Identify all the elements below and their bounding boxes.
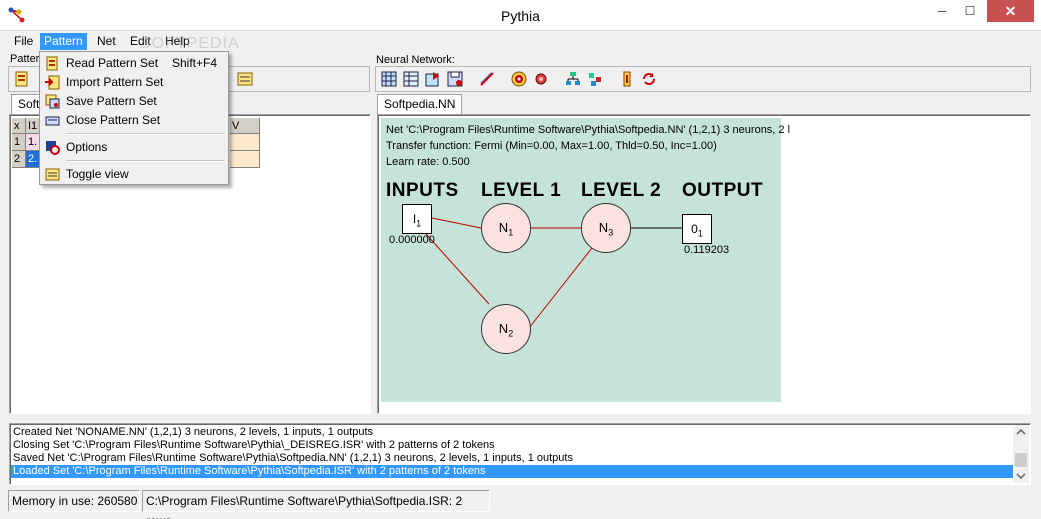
maximize-button[interactable]: ☐ xyxy=(956,0,984,22)
neuron-n1[interactable]: N1 xyxy=(481,203,531,253)
target-icon[interactable] xyxy=(511,71,527,87)
tab-softpedia-nn[interactable]: Softpedia.NN xyxy=(377,94,463,114)
pattern-menu-dropdown: Read Pattern Set Shift+F4 Import Pattern… xyxy=(39,51,229,185)
stop-icon[interactable] xyxy=(533,71,549,87)
close-button[interactable]: ✕ xyxy=(987,0,1034,22)
log-line[interactable]: Created Net 'NONAME.NN' (1,2,1) 3 neuron… xyxy=(13,426,1013,439)
neuron-n2[interactable]: N2 xyxy=(481,304,531,354)
network-icon[interactable] xyxy=(565,71,581,87)
grid-row-number[interactable]: 1 xyxy=(12,134,26,151)
nn-diagram: Net 'C:\Program Files\Runtime Software\P… xyxy=(381,118,790,402)
menu-options[interactable]: Options xyxy=(42,138,226,157)
log-line[interactable]: Saved Net 'C:\Program Files\Runtime Soft… xyxy=(13,452,1013,465)
menu-file[interactable]: File xyxy=(10,33,37,50)
grid-cell[interactable] xyxy=(230,151,260,168)
log-scrollbar[interactable] xyxy=(1013,425,1029,483)
input-node-value: 0.000000 xyxy=(389,234,435,246)
log-line-selected[interactable]: Loaded Set 'C:\Program Files\Runtime Sof… xyxy=(11,465,1014,478)
menu-read-pattern-set[interactable]: Read Pattern Set Shift+F4 xyxy=(42,54,226,73)
neuron-n3[interactable]: N3 xyxy=(581,203,631,253)
output-node-o1[interactable]: 01 xyxy=(682,214,712,244)
options-icon xyxy=(46,141,60,155)
menu-separator xyxy=(66,160,224,162)
layers-icon[interactable] xyxy=(587,71,603,87)
input-node-i1[interactable]: I1 xyxy=(402,204,432,234)
read-pattern-icon xyxy=(46,56,58,71)
read-pattern-icon[interactable] xyxy=(14,71,30,87)
menu-separator xyxy=(66,133,224,135)
save-pattern-icon xyxy=(45,94,60,109)
output-node-value: 0.119203 xyxy=(684,244,730,256)
minimize-button[interactable]: ─ xyxy=(928,0,956,22)
nn-panel-label: Neural Network: xyxy=(376,54,455,66)
grid-view-icon[interactable] xyxy=(381,71,397,87)
nn-toolbar xyxy=(375,66,1031,92)
save-net-icon[interactable] xyxy=(447,71,463,87)
table-view-icon[interactable] xyxy=(403,71,419,87)
menu-save-pattern-set[interactable]: Save Pattern Set xyxy=(42,92,226,111)
pattern-panel-label: Patter xyxy=(10,53,40,65)
grid-row-number[interactable]: 2 xyxy=(12,151,26,168)
toggle-view-icon xyxy=(45,168,60,181)
log-line[interactable]: Closing Set 'C:\Program Files\Runtime So… xyxy=(13,439,1013,452)
status-file: C:\Program Files\Runtime Software\Pythia… xyxy=(142,490,490,519)
log-list[interactable]: Created Net 'NONAME.NN' (1,2,1) 3 neuron… xyxy=(9,423,1031,485)
connect-icon[interactable] xyxy=(479,71,495,87)
status-memory: Memory in use: 260580 xyxy=(8,490,140,512)
info-icon[interactable] xyxy=(619,71,635,87)
import-pattern-icon xyxy=(45,75,60,90)
toggle-view-icon[interactable] xyxy=(237,71,253,87)
menu-import-pattern-set[interactable]: Import Pattern Set xyxy=(42,73,226,92)
close-pattern-icon xyxy=(45,116,60,126)
grid-corner: x xyxy=(12,118,26,134)
menu-close-pattern-set[interactable]: Close Pattern Set xyxy=(42,111,226,130)
menu-toggle-view[interactable]: Toggle view xyxy=(42,165,226,184)
menu-pattern[interactable]: Pattern xyxy=(40,33,87,50)
import-net-icon[interactable] xyxy=(425,71,441,87)
refresh-icon[interactable] xyxy=(641,71,657,87)
nn-connections xyxy=(425,217,682,329)
grid-cell[interactable] xyxy=(230,134,260,151)
window-title: Pythia xyxy=(501,8,540,24)
menu-net[interactable]: Net xyxy=(93,33,120,50)
title-bar: Pythia ─ ☐ ✕ xyxy=(0,0,1041,31)
grid-header-v[interactable]: V xyxy=(230,118,260,134)
